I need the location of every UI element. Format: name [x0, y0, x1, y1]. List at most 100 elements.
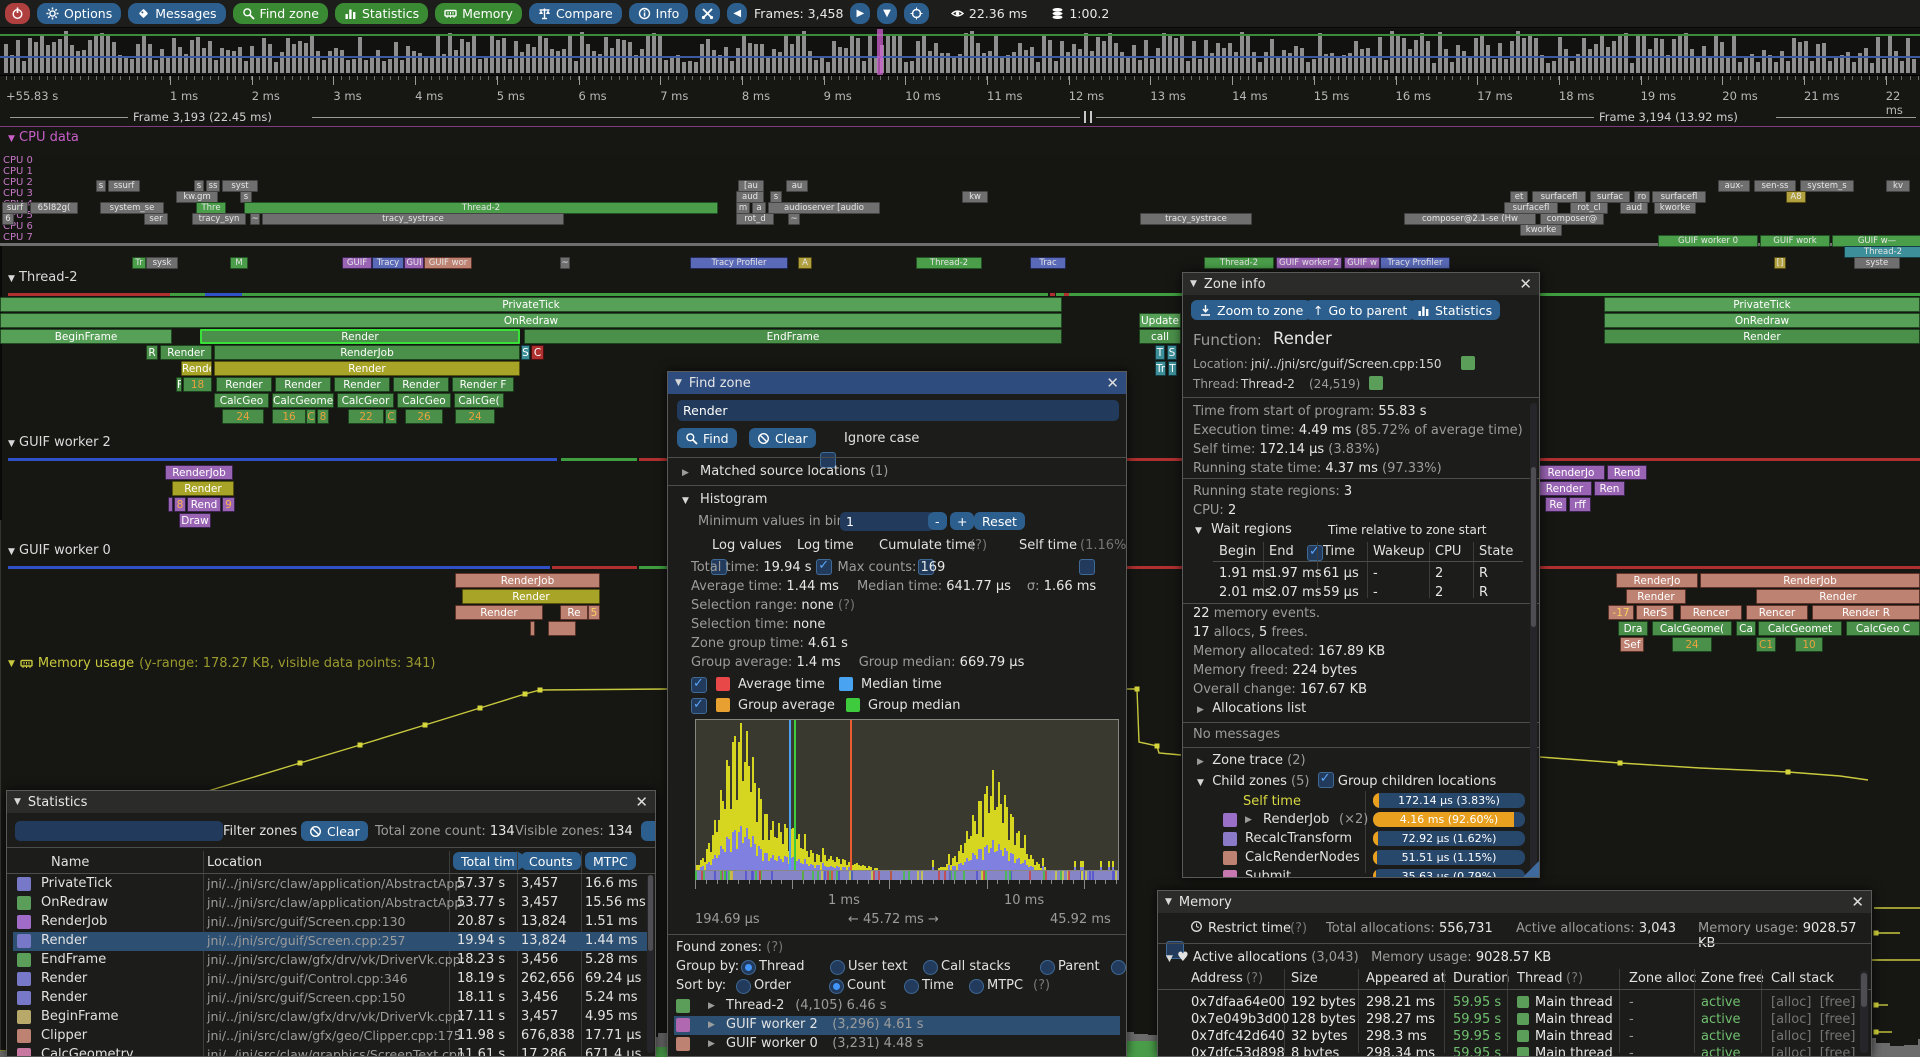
zone[interactable]: C1 [1756, 637, 1776, 652]
collapse-icon[interactable]: ▼ [14, 797, 21, 807]
statistics-button[interactable]: Statistics [1409, 300, 1500, 320]
focus-frame-button[interactable] [904, 3, 929, 24]
child-zone-name[interactable]: RecalcTransform [1245, 831, 1352, 846]
child-zone-name[interactable]: RenderJob [1263, 812, 1329, 827]
child-zones-label[interactable]: Child zones [1212, 774, 1287, 789]
zone[interactable]: Render [275, 377, 331, 392]
zone[interactable]: BeginFrame [0, 329, 172, 344]
zone[interactable]: Tr [1155, 361, 1166, 376]
zone[interactable]: 10 [1795, 637, 1823, 652]
zone[interactable]: CalcGeome( [1652, 621, 1732, 636]
min-bin-increase-button[interactable]: + [950, 512, 974, 530]
self-time-checkbox[interactable] [1079, 559, 1095, 575]
statistics-button[interactable]: Statistics [335, 3, 428, 24]
cpu-zone[interactable]: A [798, 257, 812, 269]
zone[interactable]: RenderJo [1537, 465, 1605, 480]
cpu-zone[interactable]: ~ [250, 213, 260, 225]
messages-button[interactable]: Messages [128, 3, 225, 24]
info-button[interactable]: Info [629, 3, 689, 24]
active-alloc-collapse-icon[interactable]: ▼ [1166, 954, 1173, 964]
column-header-name[interactable]: Name [51, 855, 89, 870]
zone[interactable]: Render [1626, 589, 1686, 604]
zone[interactable]: 24 [222, 409, 264, 424]
zone[interactable]: Dra [1618, 621, 1648, 636]
zone[interactable]: 8 [174, 497, 186, 512]
wait-regions-collapse-icon[interactable]: ▼ [1195, 526, 1202, 536]
clear-button[interactable]: Clear [749, 428, 816, 448]
zone[interactable] [168, 497, 173, 512]
cpu-zone[interactable]: Tracy [372, 257, 404, 269]
thread-header[interactable]: ▼ Thread-2 [8, 270, 77, 285]
time-relative-checkbox[interactable] [1307, 545, 1323, 561]
cpu-zone[interactable]: aux- [1718, 180, 1750, 192]
group-by-radio-user-text[interactable] [830, 960, 845, 975]
zone[interactable]: OnRedraw [1604, 313, 1920, 328]
thread-header[interactable]: ▼ GUIF worker 2 [8, 435, 111, 450]
cpu-zone[interactable]: Thread-2 [916, 257, 982, 269]
thread-value[interactable]: Thread-2 [1241, 377, 1295, 391]
zone[interactable]: Render [1537, 481, 1592, 496]
cpu-zone[interactable]: tracy_systrace [262, 213, 564, 225]
frame-separator-row[interactable]: Frame 3,193 (22.45 ms)Frame 3,194 (13.92… [0, 110, 1920, 126]
zone[interactable]: Sef [1620, 637, 1644, 652]
cpu-zone[interactable]: Tr [132, 257, 146, 269]
zone[interactable]: Rend [1607, 465, 1647, 480]
memory-usage-header[interactable]: ▼ Memory usage (y-range: 178.27 KB, visi… [8, 656, 435, 671]
prev-frame-button[interactable]: ◀ [727, 3, 747, 24]
partial-button[interactable] [641, 821, 656, 841]
matched-locations-label[interactable]: Matched source locations (1) [700, 464, 888, 479]
expand-icon[interactable]: ▶ [682, 468, 689, 478]
zone[interactable]: 26 [405, 409, 443, 424]
go-to-parent-button[interactable]: ↑Go to parent [1305, 300, 1415, 320]
zone[interactable]: PrivateTick [0, 297, 1062, 312]
zone[interactable]: Rencer [1680, 605, 1742, 620]
zone[interactable] [548, 621, 576, 636]
zone[interactable]: Render [462, 589, 600, 604]
histogram-zone-band[interactable] [695, 871, 1119, 880]
cpu-zone[interactable]: Trac [1030, 257, 1066, 269]
frame-dropdown-button[interactable]: ▼ [877, 3, 897, 24]
cpu-zone[interactable]: sysk [146, 257, 178, 269]
cpu-data-header[interactable]: ▼ CPU data [8, 130, 79, 145]
cpu-zone[interactable]: GUIF worker 2 [1276, 257, 1342, 269]
cpu-zone[interactable]: Tracy Profiler [1380, 257, 1450, 269]
sort-by-radio-time[interactable] [904, 979, 919, 994]
zone[interactable]: PrivateTick [1604, 297, 1920, 312]
average-time-checkbox[interactable] [691, 677, 707, 693]
cpu-zone[interactable]: [] [1774, 257, 1786, 269]
find-zone-button[interactable]: Find zone [233, 3, 328, 24]
zone[interactable]: Render F [452, 377, 514, 392]
statistics-titlebar[interactable]: ▼ Statistics ✕ [7, 791, 655, 813]
zone[interactable]: Update [1139, 313, 1181, 328]
cpu-zone[interactable]: GUI [404, 257, 424, 269]
min-bin-input[interactable]: 1 [840, 512, 934, 531]
allocations-list-label[interactable]: Allocations list [1212, 701, 1306, 716]
cpu-zone[interactable]: GUIF [342, 257, 372, 269]
find-button[interactable]: Find [677, 428, 737, 448]
child-zones-collapse-icon[interactable]: ▼ [1197, 778, 1204, 788]
scrollbar[interactable] [1860, 971, 1868, 1053]
collapse-icon[interactable]: ▼ [1165, 897, 1172, 907]
zone[interactable]: rff [1569, 497, 1591, 512]
child-zone-name[interactable]: CalcRenderNodes [1245, 850, 1360, 865]
zone[interactable]: C [385, 409, 397, 424]
zone[interactable]: Rende [181, 361, 212, 376]
cpu-zone[interactable]: tracy_systrace [1140, 213, 1252, 225]
cpu-zone[interactable]: tracy_syn [192, 213, 246, 225]
filter-input[interactable] [15, 821, 223, 841]
zone[interactable]: RerS [1636, 605, 1674, 620]
zone[interactable]: R [146, 345, 158, 360]
zone[interactable]: 8 [317, 409, 329, 424]
cpu-zone[interactable]: A8 [1786, 191, 1806, 203]
zone[interactable]: EndFrame [524, 329, 1062, 344]
location-value[interactable]: jni/../jni/src/guif/Screen.cpp:150 [1251, 357, 1442, 371]
cpu-zone[interactable]: GUIF work [1760, 235, 1830, 247]
zone[interactable]: 18 [183, 377, 212, 392]
cpu-zone[interactable]: kw [962, 191, 988, 203]
column-header-mtpc[interactable]: MTPC [585, 852, 636, 870]
group-by-radio-parent[interactable] [1040, 960, 1055, 975]
cpu-zone[interactable]: kworke [1654, 202, 1696, 214]
cpu-zone[interactable]: composer@2.1-se (Hw [1404, 213, 1536, 225]
column-header-counts[interactable]: Counts [521, 852, 581, 870]
child-zone-name[interactable]: Submit [1245, 869, 1291, 878]
